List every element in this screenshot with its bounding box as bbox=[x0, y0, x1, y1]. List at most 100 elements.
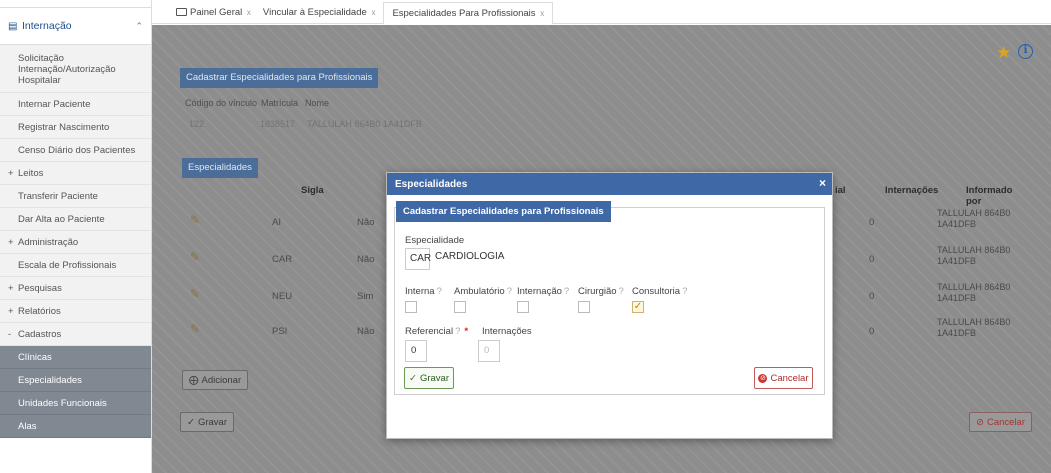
sidebar-item-pesquisas[interactable]: + Pesquisas bbox=[0, 277, 151, 300]
expand-icon: + bbox=[8, 167, 14, 179]
cell-internacoes: 0 bbox=[869, 326, 875, 337]
tab-label: Vincular à Especialidade bbox=[262, 7, 367, 18]
especialidades-modal: Especialidades × Cadastrar Especialidade… bbox=[386, 172, 833, 439]
panel-title-cadastrar: Cadastrar Especialidades para Profission… bbox=[180, 68, 379, 88]
sidebar-item-leitos[interactable]: + Leitos bbox=[0, 162, 151, 185]
th-sigla: Sigla bbox=[301, 185, 324, 196]
especialidade-label: Especialidade bbox=[405, 235, 465, 246]
cell-flag: Não bbox=[357, 217, 375, 228]
help-icon[interactable]: ? bbox=[455, 326, 460, 337]
tab-close-icon[interactable]: x bbox=[371, 8, 375, 17]
sidebar-item-escala-profissionais[interactable]: Escala de Profissionais bbox=[0, 254, 151, 277]
tab-label: Especialidades Para Profissionais bbox=[392, 8, 536, 19]
cell-internacoes: 0 bbox=[869, 291, 875, 302]
sidebar-item-dar-alta[interactable]: Dar Alta ao Paciente bbox=[0, 208, 151, 231]
close-icon[interactable]: × bbox=[819, 176, 826, 190]
internacoes-label: Internações bbox=[482, 326, 532, 337]
monitor-icon bbox=[176, 8, 187, 16]
cell-flag: Sim bbox=[357, 291, 374, 302]
label-matricula: Matrícula bbox=[261, 98, 299, 108]
sidebar-item-registrar-nascimento[interactable]: Registrar Nascimento bbox=[0, 116, 151, 139]
pencil-icon[interactable]: ✎ bbox=[190, 213, 200, 227]
cell-sigla: CAR bbox=[272, 254, 293, 265]
cirurgiao-checkbox[interactable] bbox=[578, 301, 590, 313]
pencil-icon[interactable]: ✎ bbox=[190, 250, 200, 264]
th-informado-por: Informado por bbox=[966, 185, 1013, 207]
cell-sigla: AI bbox=[272, 217, 281, 228]
tab-close-icon[interactable]: x bbox=[540, 9, 544, 18]
gravar-button-bg[interactable]: ✓ Gravar bbox=[180, 412, 235, 432]
cancelar-button-bg[interactable]: ⊘ Cancelar bbox=[969, 412, 1032, 432]
help-icon[interactable]: ? bbox=[619, 286, 624, 297]
referencial-text: Referencial bbox=[405, 326, 454, 337]
help-icon[interactable]: ? bbox=[507, 286, 512, 297]
sidebar-item-censo-diario[interactable]: Censo Diário dos Pacientes bbox=[0, 139, 151, 162]
sidebar-item-cadastros[interactable]: - Cadastros bbox=[0, 323, 151, 346]
pencil-icon[interactable]: ✎ bbox=[190, 287, 200, 301]
sidebar-item-unidades-funcionais[interactable]: Unidades Funcionais bbox=[0, 392, 151, 415]
check-icon: ✓ bbox=[187, 416, 195, 428]
sidebar-item-alas[interactable]: Alas bbox=[0, 415, 151, 438]
info-icon[interactable]: i bbox=[1018, 44, 1033, 59]
form-title: Cadastrar Especialidades para Profission… bbox=[396, 201, 611, 222]
required-mark: * bbox=[464, 326, 469, 337]
internacoes-input: 0 bbox=[478, 340, 500, 362]
sidebar-header-label: Internação bbox=[22, 20, 72, 32]
referencial-input[interactable]: 0 bbox=[405, 340, 427, 362]
modal-header: Especialidades × bbox=[387, 173, 832, 195]
expand-icon: + bbox=[8, 282, 14, 294]
tab-bar: Painel Geral x Vincular à Especialidade … bbox=[152, 0, 1051, 24]
internacao-text: Internação bbox=[517, 286, 562, 297]
expand-icon: + bbox=[8, 305, 14, 317]
sidebar-item-label: Internar Paciente bbox=[18, 98, 91, 110]
tab-close-icon[interactable]: x bbox=[247, 8, 251, 17]
help-icon[interactable]: ? bbox=[682, 286, 687, 297]
ambulatorio-checkbox[interactable] bbox=[454, 301, 466, 313]
chevron-up-icon[interactable]: ⌃ bbox=[135, 21, 143, 32]
cirurgiao-text: Cirurgião bbox=[578, 286, 617, 297]
sidebar-item-label: Cadastros bbox=[18, 328, 62, 340]
tab-vincular-especialidade[interactable]: Vincular à Especialidade x bbox=[259, 7, 384, 23]
pencil-icon[interactable]: ✎ bbox=[190, 322, 200, 336]
sidebar-item-label: Relatórios bbox=[18, 305, 61, 317]
cell-informado: TALLULAH 864B0 1A41DFB bbox=[937, 208, 1011, 229]
interna-text: Interna bbox=[405, 286, 435, 297]
sidebar-item-label: Unidades Funcionais bbox=[18, 397, 107, 409]
especialidade-name: CARDIOLOGIA bbox=[435, 251, 505, 262]
cell-sigla: PSI bbox=[272, 326, 288, 337]
gravar-button[interactable]: ✓ Gravar bbox=[404, 367, 454, 389]
cancel-circle-icon: ⊘ bbox=[976, 416, 984, 428]
star-icon[interactable]: ★ bbox=[996, 43, 1011, 63]
help-icon[interactable]: ? bbox=[437, 286, 442, 297]
referencial-label: Referencial? * bbox=[405, 326, 468, 337]
interna-checkbox[interactable] bbox=[405, 301, 417, 313]
cell-flag: Não bbox=[357, 254, 375, 265]
sidebar: ▤ Internação ⌃ Solicitação Internação/Au… bbox=[0, 0, 152, 473]
adicionar-button[interactable]: ⨁ Adicionar bbox=[182, 370, 249, 390]
sidebar-header-internacao[interactable]: ▤ Internação ⌃ bbox=[0, 7, 151, 45]
sidebar-item-label: Censo Diário dos Pacientes bbox=[18, 144, 136, 156]
bed-icon: ▤ bbox=[8, 20, 18, 32]
tab-painel-geral[interactable]: Painel Geral x bbox=[172, 7, 259, 23]
sidebar-item-solicitacao[interactable]: Solicitação Internação/Autorização Hospi… bbox=[0, 45, 151, 93]
cell-informado: TALLULAH 864B0 1A41DFB bbox=[937, 317, 1011, 338]
cancelar-button[interactable]: ⊘ Cancelar bbox=[754, 367, 813, 389]
sidebar-item-transferir-paciente[interactable]: Transferir Paciente bbox=[0, 185, 151, 208]
sidebar-item-internar-paciente[interactable]: Internar Paciente bbox=[0, 93, 151, 116]
cell-informado: TALLULAH 864B0 1A41DFB bbox=[937, 282, 1011, 303]
sidebar-item-clinicas[interactable]: Clínicas bbox=[0, 346, 151, 369]
sidebar-item-administracao[interactable]: + Administração bbox=[0, 231, 151, 254]
sidebar-item-especialidades[interactable]: Especialidades bbox=[0, 369, 151, 392]
consultoria-label: Consultoria? bbox=[632, 286, 687, 297]
sidebar-item-relatorios[interactable]: + Relatórios bbox=[0, 300, 151, 323]
help-icon[interactable]: ? bbox=[564, 286, 569, 297]
sidebar-item-label: Administração bbox=[18, 236, 79, 248]
ambulatorio-label: Ambulatório? bbox=[454, 286, 512, 297]
consultoria-checkbox[interactable]: ✓ bbox=[632, 301, 644, 313]
check-icon: ✓ bbox=[408, 372, 417, 384]
tab-especialidades-profissionais[interactable]: Especialidades Para Profissionais x bbox=[383, 2, 554, 24]
cell-sigla: NEU bbox=[272, 291, 293, 302]
especialidade-code-input[interactable]: CAR bbox=[405, 248, 431, 270]
cell-internacoes: 0 bbox=[869, 217, 875, 228]
internacao-checkbox[interactable] bbox=[517, 301, 529, 313]
